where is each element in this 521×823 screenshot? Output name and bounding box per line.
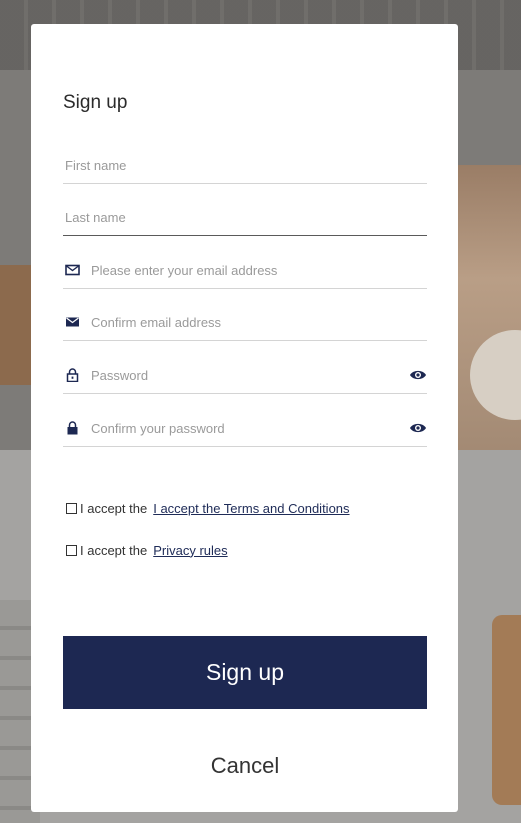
privacy-link[interactable]: Privacy rules [153,543,227,558]
terms-checkbox[interactable] [66,502,77,514]
signup-dialog: Sign up First name Last name Please ente… [31,24,458,812]
email-field [63,252,427,289]
background-cutting-board [492,615,521,805]
privacy-checkbox[interactable] [66,544,77,556]
privacy-prefix: I accept the [80,542,148,558]
last-name-field [63,199,427,236]
signup-button[interactable]: Sign up [63,636,427,709]
terms-link[interactable]: I accept the Terms and Conditions [153,501,349,516]
dialog-title: Sign up [63,92,128,113]
first-name-field [63,147,427,184]
password-field [63,357,427,394]
privacy-consent: I accept the Privacy rules [66,541,228,559]
last-name-input[interactable] [63,199,427,235]
password-input[interactable] [63,357,427,393]
terms-consent: I accept the I accept the Terms and Cond… [66,499,350,517]
confirm-email-field [63,304,427,341]
confirm-password-input[interactable] [63,410,427,446]
terms-prefix: I accept the [80,500,148,516]
confirm-password-field [63,410,427,447]
first-name-input[interactable] [63,147,427,183]
email-input[interactable] [63,252,427,288]
eye-icon[interactable] [409,368,427,382]
eye-icon[interactable] [409,421,427,435]
cancel-button[interactable]: Cancel [63,746,427,786]
confirm-email-input[interactable] [63,304,427,340]
